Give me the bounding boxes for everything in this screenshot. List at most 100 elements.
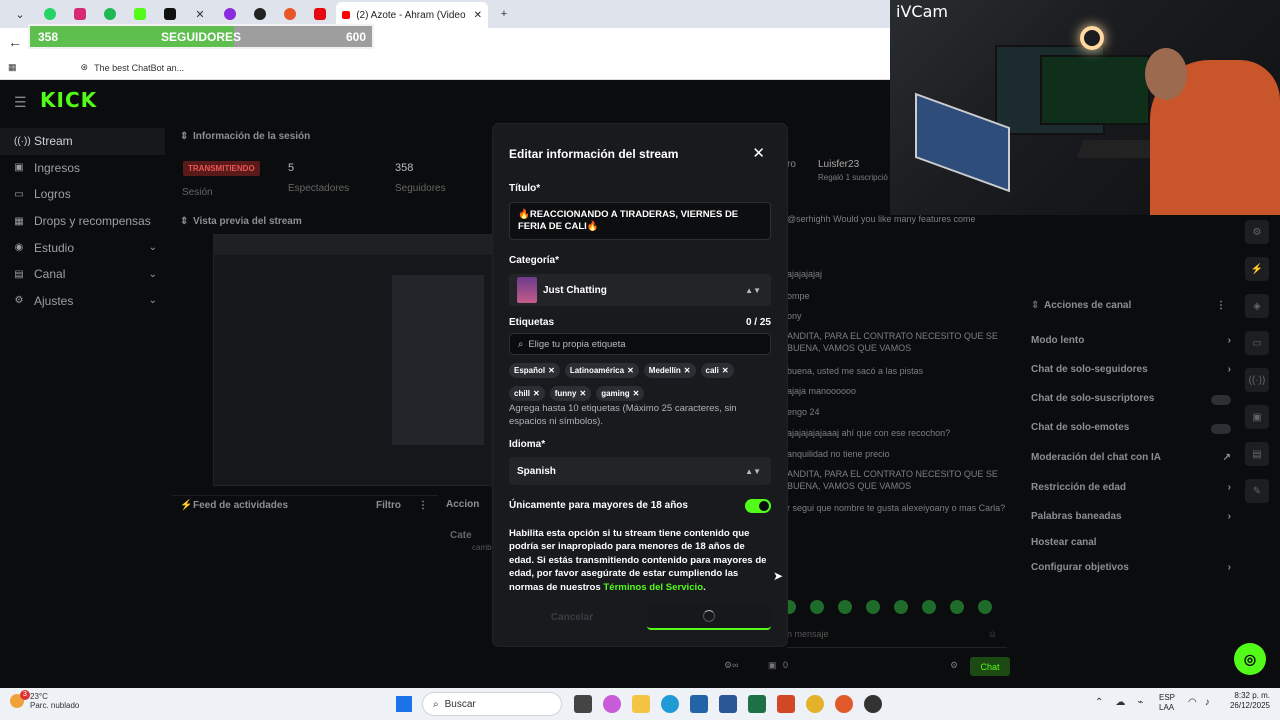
emote-icon[interactable] — [894, 600, 908, 614]
tag-chip[interactable]: funny ✕ — [549, 386, 592, 401]
tag-chip[interactable]: Español ✕ — [509, 363, 560, 378]
rail-list-icon[interactable]: ▤ — [1245, 442, 1269, 466]
taskview-icon[interactable] — [574, 695, 592, 713]
word-icon[interactable] — [719, 695, 737, 713]
sidebar-item-drops[interactable]: ▦ Drops y recompensas — [0, 208, 165, 235]
sidebar-item-stream[interactable]: ((·)) Stream — [0, 128, 165, 155]
copilot-icon[interactable] — [603, 695, 621, 713]
action-banned-words[interactable]: Palabras baneadas › — [1031, 511, 1231, 522]
more-icon[interactable]: ⋮ — [418, 500, 428, 511]
emote-icon[interactable] — [866, 600, 880, 614]
excel-icon[interactable] — [748, 695, 766, 713]
close-tab-icon[interactable]: ✕ — [474, 10, 482, 21]
file-explorer-icon[interactable] — [632, 695, 650, 713]
cloud-icon[interactable]: ☁ — [1115, 697, 1125, 708]
more-icon[interactable]: ⋮ — [1216, 300, 1226, 311]
chatgpt-tab-icon[interactable] — [246, 3, 274, 25]
chat-input[interactable]: n mensaje ☺ — [787, 622, 1007, 648]
volume-icon[interactable]: ♪ — [1205, 697, 1210, 708]
instagram-tab-icon[interactable] — [66, 3, 94, 25]
bookmark-item[interactable]: The best ChatBot an... — [94, 63, 184, 73]
remove-tag-icon[interactable]: ✕ — [633, 389, 640, 398]
emote-icon[interactable] — [978, 600, 992, 614]
emote-icon[interactable] — [950, 600, 964, 614]
action-age-restriction[interactable]: Restricción de edad › — [1031, 482, 1231, 493]
action-goals[interactable]: Configurar objetivos › — [1031, 562, 1231, 573]
action-emotes-only[interactable]: Chat de solo-emotes — [1031, 422, 1231, 434]
tag-chip[interactable]: Latinoamérica ✕ — [564, 363, 639, 378]
x-tab-icon[interactable]: ✕ — [186, 3, 214, 25]
chevron-down-icon[interactable]: ⌄ — [6, 3, 34, 25]
emote-icon[interactable] — [922, 600, 936, 614]
rail-signal-icon[interactable]: ((·)) — [1245, 368, 1269, 392]
sidebar-item-estudio[interactable]: ◉ Estudio ⌄ — [0, 234, 165, 261]
powerpoint-icon[interactable] — [777, 695, 795, 713]
terms-link[interactable]: Términos del Servicio — [603, 582, 703, 593]
adult-toggle[interactable] — [745, 499, 771, 513]
threads-tab-icon[interactable] — [216, 3, 244, 25]
sidebar-item-canal[interactable]: ▤ Canal ⌄ — [0, 261, 165, 288]
remove-tag-icon[interactable]: ✕ — [533, 389, 540, 398]
tag-chip[interactable]: Medellín ✕ — [643, 363, 696, 378]
usb-icon[interactable]: ⌁ — [1137, 697, 1143, 708]
sidebar-item-logros[interactable]: ▭ Logros — [0, 181, 165, 208]
category-select[interactable]: Just Chatting ▲▼ — [509, 274, 771, 306]
back-arrow-icon[interactable]: ← — [8, 34, 22, 50]
action-subs-only[interactable]: Chat de solo-suscriptores — [1031, 393, 1231, 405]
app-tab-icon[interactable] — [276, 3, 304, 25]
tag-chip[interactable]: cali ✕ — [700, 363, 734, 378]
tag-chip[interactable]: chill ✕ — [509, 386, 545, 401]
edge-icon[interactable] — [661, 695, 679, 713]
gift-icon[interactable]: ▣ — [768, 660, 777, 671]
remove-tag-icon[interactable]: ✕ — [722, 366, 729, 375]
rail-shield-icon[interactable]: ◈ — [1245, 294, 1269, 318]
chat-send-button[interactable]: Chat — [970, 657, 1010, 676]
sidebar-item-ajustes[interactable]: ⚙ Ajustes ⌄ — [0, 288, 165, 315]
remove-tag-icon[interactable]: ✕ — [580, 389, 587, 398]
emote-icon[interactable] — [838, 600, 852, 614]
whatsapp-tab-icon[interactable] — [36, 3, 64, 25]
windows-start-icon[interactable] — [396, 696, 412, 712]
help-chat-button[interactable]: ◎ — [1234, 643, 1266, 675]
rail-user-icon[interactable]: ▣ — [1245, 405, 1269, 429]
emoji-icon[interactable]: ☺ — [988, 629, 997, 639]
menu-icon[interactable]: ☰ — [14, 94, 27, 111]
netflix-tab-icon[interactable] — [306, 3, 334, 25]
tag-chip[interactable]: gaming ✕ — [596, 386, 645, 401]
remove-tag-icon[interactable]: ✕ — [627, 366, 634, 375]
action-slow-mode[interactable]: Modo lento › — [1031, 335, 1231, 346]
spotify-tab-icon[interactable] — [96, 3, 124, 25]
emotes-only-toggle[interactable] — [1211, 424, 1231, 434]
tiktok-tab-icon[interactable] — [156, 3, 184, 25]
rail-chat-icon[interactable]: ▭ — [1245, 331, 1269, 355]
chat-settings-icon[interactable]: ⚙ — [950, 660, 958, 671]
subs-only-toggle[interactable] — [1211, 395, 1231, 405]
feed-filter[interactable]: Filtro — [376, 500, 401, 511]
points-icon[interactable]: ⚙∞ — [724, 660, 738, 671]
taskbar-search[interactable]: ⌕ Buscar — [422, 692, 562, 716]
wifi-icon[interactable]: ◠ — [1188, 697, 1197, 708]
language-select[interactable]: Spanish ▲▼ — [509, 457, 771, 485]
language-indicator[interactable]: ESP LAA — [1159, 693, 1175, 712]
new-tab-button[interactable]: + — [490, 3, 518, 25]
action-host-channel[interactable]: Hostear canal — [1031, 537, 1231, 548]
brave-icon[interactable] — [835, 695, 853, 713]
store-icon[interactable] — [690, 695, 708, 713]
title-input[interactable]: 🔥REACCIONANDO A TIRADERAS, VIERNES DE FE… — [509, 202, 771, 240]
kick-tab-icon[interactable] — [126, 3, 154, 25]
sidebar-item-ingresos[interactable]: ▣ Ingresos — [0, 155, 165, 182]
rail-bolt-icon[interactable]: ⚡ — [1245, 257, 1269, 281]
weather-widget[interactable]: 23°C Parc. nublado 3 — [10, 690, 79, 710]
obs-icon[interactable] — [864, 695, 882, 713]
clock[interactable]: 8:32 p. m. 26/12/2025 — [1230, 691, 1270, 712]
remove-tag-icon[interactable]: ✕ — [548, 366, 555, 375]
save-button[interactable] — [647, 604, 771, 630]
action-ai-moderation[interactable]: Moderación del chat con IA ↗ — [1031, 452, 1231, 463]
chevron-up-icon[interactable]: ⌃ — [1095, 697, 1103, 708]
emote-icon[interactable] — [810, 600, 824, 614]
chrome-icon[interactable] — [806, 695, 824, 713]
tags-input[interactable]: ⌕ Elige tu propia etiqueta — [509, 333, 771, 355]
apps-grid-icon[interactable]: ▦ — [8, 62, 17, 73]
kick-logo[interactable]: KICK — [40, 88, 97, 112]
stream-preview[interactable] — [213, 234, 495, 486]
